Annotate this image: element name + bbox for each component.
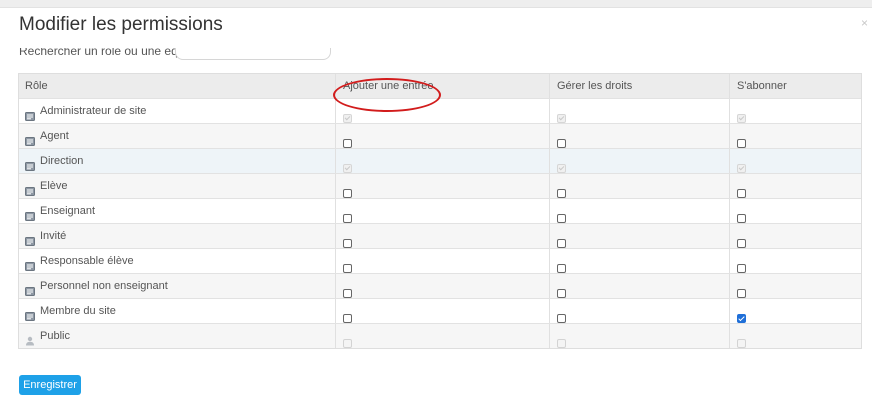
checkbox-subscribe[interactable] — [737, 288, 746, 298]
table-row: Administrateur de site — [19, 99, 861, 124]
permissions-table: Rôle Ajouter une entrée Gérer les droits… — [18, 73, 862, 349]
table-row: Responsable élève — [19, 249, 861, 274]
role-cell: Direction — [25, 149, 83, 173]
checkbox-manage-rights[interactable] — [557, 188, 566, 198]
person-icon — [25, 331, 35, 346]
group-icon — [25, 281, 35, 296]
group-icon — [25, 106, 35, 121]
checkbox-manage-rights[interactable] — [557, 288, 566, 298]
checkbox-subscribe — [737, 338, 746, 348]
role-cell: Personnel non enseignant — [25, 274, 168, 298]
header-role: Rôle — [25, 80, 48, 92]
group-icon — [25, 206, 35, 221]
header-add-entry[interactable]: Ajouter une entrée — [343, 74, 434, 98]
table-row: Enseignant — [19, 199, 861, 224]
checkbox-add-entry — [343, 338, 352, 348]
search-row: Rechercher un rôle ou une équipe : — [19, 48, 349, 64]
checkbox-manage-rights[interactable] — [557, 313, 566, 323]
checkbox-manage-rights[interactable] — [557, 238, 566, 248]
table-row: Public — [19, 324, 861, 348]
checkbox-manage-rights[interactable] — [557, 213, 566, 223]
table-row: Direction — [19, 149, 861, 174]
role-name: Personnel non enseignant — [40, 280, 168, 292]
role-cell: Responsable élève — [25, 249, 134, 273]
checkbox-manage-rights[interactable] — [557, 263, 566, 273]
header-manage-rights[interactable]: Gérer les droits — [557, 74, 632, 98]
role-cell: Membre du site — [25, 299, 116, 323]
search-input[interactable] — [175, 48, 331, 60]
checkbox-subscribe[interactable] — [737, 188, 746, 198]
checkbox-subscribe[interactable] — [737, 313, 746, 323]
checkbox-subscribe[interactable] — [737, 213, 746, 223]
table-row: Membre du site — [19, 299, 861, 324]
role-name: Direction — [40, 155, 84, 167]
role-name: Invité — [40, 230, 67, 242]
modal-title: Modifier les permissions — [19, 14, 223, 35]
checkbox-manage-rights — [557, 163, 566, 173]
group-icon — [25, 306, 35, 321]
save-button[interactable]: Enregistrer — [19, 375, 81, 395]
group-icon — [25, 231, 35, 246]
table-row: Invité — [19, 224, 861, 249]
table-row: Elève — [19, 174, 861, 199]
checkbox-add-entry[interactable] — [343, 213, 352, 223]
checkbox-subscribe[interactable] — [737, 238, 746, 248]
checkbox-add-entry[interactable] — [343, 263, 352, 273]
role-cell: Public — [25, 324, 70, 348]
checkbox-manage-rights — [557, 338, 566, 348]
role-name: Enseignant — [40, 205, 96, 217]
role-name: Elève — [40, 180, 68, 192]
group-icon — [25, 181, 35, 196]
group-icon — [25, 131, 35, 146]
checkbox-subscribe[interactable] — [737, 138, 746, 148]
role-cell: Agent — [25, 124, 69, 148]
role-name: Responsable élève — [40, 255, 134, 267]
table-row: Personnel non enseignant — [19, 274, 861, 299]
role-name: Agent — [40, 130, 69, 142]
header-subscribe[interactable]: S'abonner — [737, 74, 787, 98]
checkbox-add-entry[interactable] — [343, 313, 352, 323]
role-name: Administrateur de site — [40, 105, 147, 117]
close-icon[interactable]: × — [861, 16, 868, 30]
role-name: Membre du site — [40, 305, 116, 317]
checkbox-add-entry[interactable] — [343, 188, 352, 198]
role-cell: Administrateur de site — [25, 99, 146, 123]
table-header: Rôle Ajouter une entrée Gérer les droits… — [19, 74, 861, 99]
checkbox-manage-rights[interactable] — [557, 138, 566, 148]
role-cell: Enseignant — [25, 199, 95, 223]
role-name: Public — [40, 330, 70, 342]
table-row: Agent — [19, 124, 861, 149]
checkbox-subscribe — [737, 163, 746, 173]
checkbox-manage-rights — [557, 113, 566, 123]
checkbox-subscribe — [737, 113, 746, 123]
checkbox-subscribe[interactable] — [737, 263, 746, 273]
role-cell: Elève — [25, 174, 68, 198]
checkbox-add-entry[interactable] — [343, 288, 352, 298]
top-edge — [0, 0, 872, 8]
group-icon — [25, 256, 35, 271]
checkbox-add-entry[interactable] — [343, 238, 352, 248]
group-icon — [25, 156, 35, 171]
checkbox-add-entry — [343, 163, 352, 173]
role-cell: Invité — [25, 224, 66, 248]
checkbox-add-entry — [343, 113, 352, 123]
checkbox-add-entry[interactable] — [343, 138, 352, 148]
